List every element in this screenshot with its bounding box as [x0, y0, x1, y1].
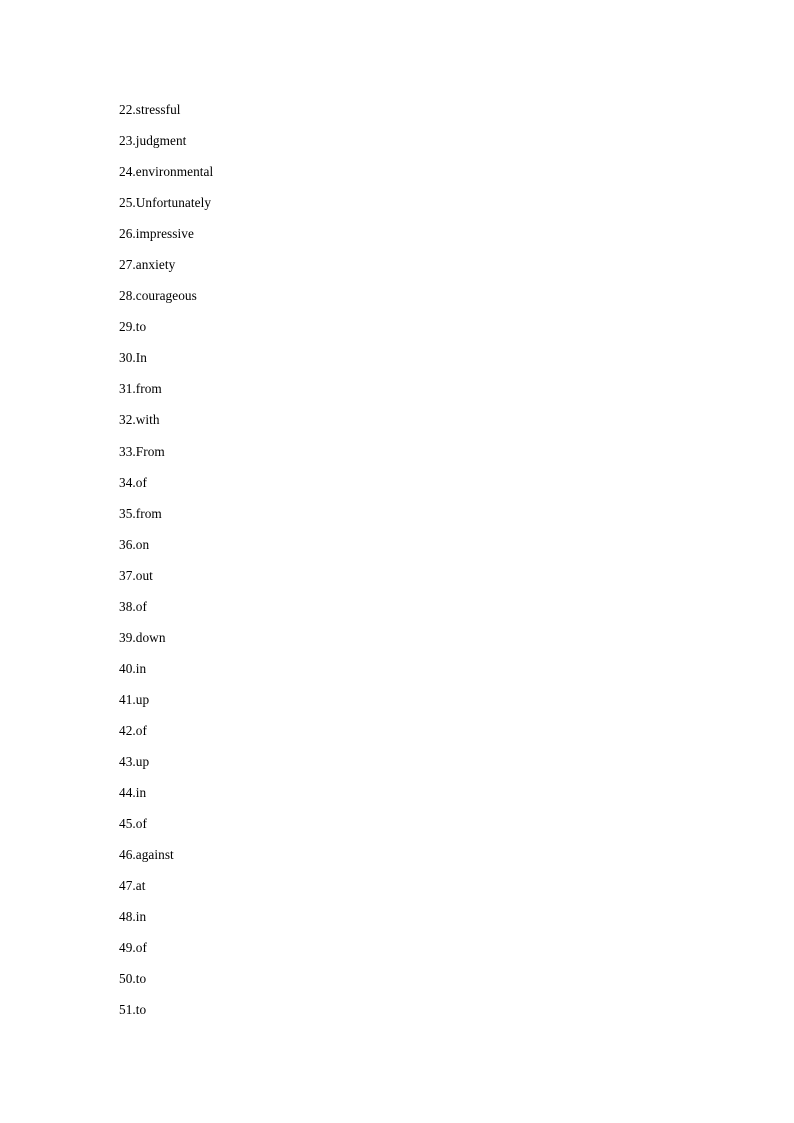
answer-text: at [135, 878, 146, 894]
answer-line: 44.in [119, 786, 679, 817]
answer-line: 29.to [119, 320, 679, 351]
answer-number: 35. [119, 505, 136, 521]
answer-number: 23. [119, 133, 136, 149]
answer-text: of [135, 722, 147, 738]
answer-text: with [135, 412, 160, 428]
answer-text: in [135, 660, 147, 676]
answer-text: In [135, 350, 147, 366]
answer-line: 26.impressive [119, 227, 679, 258]
answer-line: 42.of [119, 722, 679, 755]
answer-text: stressful [135, 102, 181, 117]
answer-number: 41. [119, 691, 136, 707]
answer-line: 46.against [119, 848, 679, 879]
answer-text: environmental [135, 164, 214, 180]
answer-text: up [135, 753, 150, 769]
answer-text: From [135, 443, 165, 459]
answer-number: 32. [119, 412, 136, 428]
answer-line: 43.up [119, 753, 679, 786]
answer-number: 36. [119, 536, 136, 552]
answer-text: in [135, 785, 147, 801]
answer-line: 48.in [119, 910, 679, 941]
answer-line: 50.to [119, 972, 679, 1003]
answer-number: 43. [119, 753, 136, 769]
answer-number: 33. [119, 443, 136, 459]
answer-text: out [135, 567, 153, 583]
answer-text: on [135, 536, 150, 552]
answer-number: 30. [119, 350, 136, 366]
answer-number: 42. [119, 722, 136, 738]
answer-line: 28.courageous [119, 289, 679, 320]
answer-line: 40.in [119, 660, 679, 693]
answer-number: 44. [119, 785, 136, 801]
answer-line: 39.down [119, 629, 679, 662]
answer-line: 27.anxiety [119, 258, 679, 289]
answer-number: 24. [119, 164, 136, 180]
answer-number: 25. [119, 195, 136, 211]
answer-number: 49. [119, 940, 136, 956]
answer-text: of [135, 474, 147, 490]
answer-number: 47. [119, 878, 136, 894]
answer-text: in [135, 909, 147, 925]
answer-line: 36.on [119, 536, 679, 569]
answer-text: anxiety [135, 257, 176, 273]
answer-text: of [135, 598, 147, 614]
answer-number: 50. [119, 971, 136, 987]
answer-text: Unfortunately [135, 195, 212, 211]
answer-text: up [135, 691, 150, 707]
answer-number: 31. [119, 381, 136, 397]
answer-number: 22. [119, 102, 136, 117]
answer-text: to [135, 1002, 147, 1018]
answer-text: to [135, 971, 147, 987]
answer-line: 38.of [119, 598, 679, 631]
answer-number: 40. [119, 660, 136, 676]
document-page: 22.stressful 23.judgment 24.environmental 2… [0, 0, 794, 1123]
answer-text: judgment [135, 133, 187, 149]
answer-line: 30.In [119, 351, 679, 382]
answer-number: 39. [119, 629, 136, 645]
answer-line: 45.of [119, 817, 679, 848]
answer-number: 45. [119, 816, 136, 832]
answer-number: 29. [119, 319, 136, 335]
answer-line: 34.of [119, 474, 679, 507]
answer-text: impressive [135, 226, 194, 242]
answer-number: 28. [119, 288, 136, 304]
answer-line: 35.from [119, 505, 679, 538]
answer-line: 31.from [119, 382, 679, 413]
answer-line: 33.From [119, 443, 679, 476]
answer-line: 51.to [119, 1003, 679, 1034]
answer-number: 51. [119, 1002, 136, 1018]
answer-number: 37. [119, 567, 136, 583]
answer-line: 23.judgment [119, 134, 679, 165]
answer-line: 22.stressful [119, 103, 679, 134]
answer-line: 24.environmental [119, 165, 679, 196]
answer-text: from [135, 505, 162, 521]
answer-text: to [135, 319, 147, 335]
answer-number: 34. [119, 474, 136, 490]
answer-line: 47.at [119, 879, 679, 910]
answer-line: 41.up [119, 691, 679, 724]
answer-number: 48. [119, 909, 136, 925]
answer-line: 32.with [119, 413, 679, 444]
answer-number: 27. [119, 257, 136, 273]
answer-text: of [135, 940, 147, 956]
answer-text: of [135, 816, 147, 832]
answer-text: against [135, 847, 174, 863]
answer-number: 38. [119, 598, 136, 614]
answer-text: from [135, 381, 162, 397]
answer-line: 37.out [119, 567, 679, 600]
answer-number: 46. [119, 847, 136, 863]
answer-text: down [135, 629, 166, 645]
answer-line: 49.of [119, 941, 679, 972]
answer-line: 25.Unfortunately [119, 196, 679, 227]
answer-list: 22.stressful 23.judgment 24.environmental 2… [119, 103, 679, 1034]
answer-number: 26. [119, 226, 136, 242]
answer-text: courageous [135, 288, 197, 304]
